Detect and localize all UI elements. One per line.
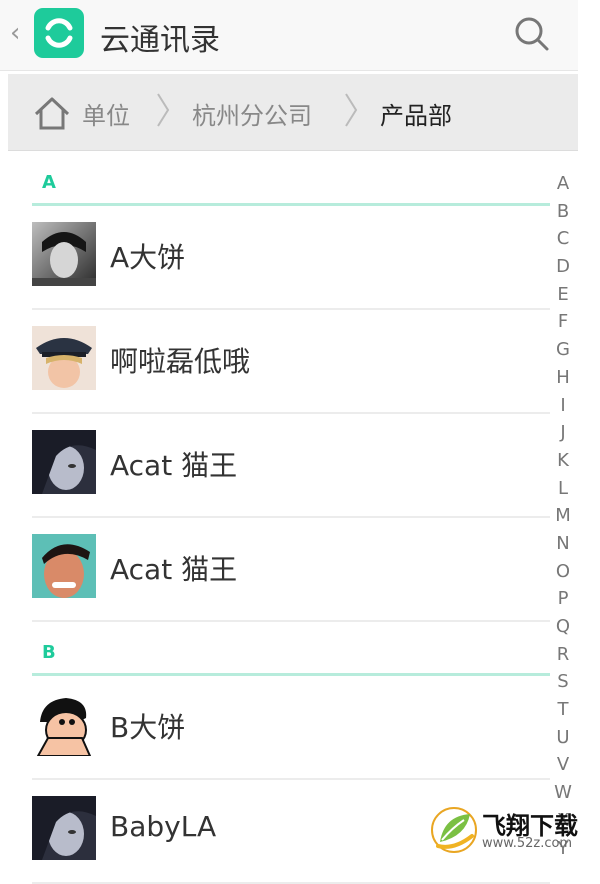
index-letter-e[interactable]: E [550, 281, 576, 309]
watermark-url: www.52z.com [482, 836, 573, 851]
index-letter-a[interactable]: A [550, 170, 576, 198]
index-letter-l[interactable]: L [550, 475, 576, 503]
index-letter-j[interactable]: J [550, 419, 576, 447]
index-letter-d[interactable]: D [550, 253, 576, 281]
avatar [32, 326, 96, 390]
index-letter-v[interactable]: V [550, 751, 576, 779]
index-letter-o[interactable]: O [550, 558, 576, 586]
contact-list: A A大饼 啊啦磊低哦 Acat 猫王 Acat 猫王 B B大饼 BabyLA [0, 152, 550, 884]
contact-name: A大饼 [110, 241, 186, 274]
app-logo-icon [34, 8, 84, 58]
avatar [32, 534, 96, 598]
section-letter: B [42, 642, 56, 663]
index-letter-q[interactable]: Q [550, 613, 576, 641]
avatar [32, 222, 96, 286]
index-letter-r[interactable]: R [550, 641, 576, 669]
contact-name: BabyLA [110, 810, 217, 843]
contact-name: B大饼 [110, 711, 186, 744]
contact-row[interactable]: 啊啦磊低哦 [32, 310, 550, 414]
section-letter: A [42, 172, 56, 193]
index-letter-i[interactable]: I [550, 392, 576, 420]
index-letter-p[interactable]: P [550, 585, 576, 613]
index-letter-g[interactable]: G [550, 336, 576, 364]
index-letter-b[interactable]: B [550, 198, 576, 226]
avatar [32, 430, 96, 494]
contact-name: 啊啦磊低哦 [110, 345, 251, 378]
contact-row[interactable]: A大饼 [32, 206, 550, 310]
back-icon[interactable]: ‹ [10, 18, 20, 48]
chevron-right-icon [342, 90, 362, 134]
leaf-logo-icon [430, 806, 478, 858]
app-header: ‹ 云通讯录 [0, 0, 578, 71]
contact-row[interactable]: B大饼 [32, 676, 550, 780]
index-letter-u[interactable]: U [550, 724, 576, 752]
contact-row[interactable]: Acat 猫王 [32, 518, 550, 622]
search-icon[interactable] [512, 14, 552, 58]
home-icon[interactable] [32, 94, 72, 138]
index-letter-t[interactable]: T [550, 696, 576, 724]
contact-name: Acat 猫王 [110, 553, 238, 586]
breadcrumb-item-unit[interactable]: 单位 [82, 96, 130, 131]
section-header-a: A [0, 152, 550, 206]
watermark: 飞翔下载 www.52z.com [424, 800, 600, 860]
avatar [32, 796, 96, 860]
index-letter-m[interactable]: M [550, 502, 576, 530]
index-letter-c[interactable]: C [550, 225, 576, 253]
app-title: 云通讯录 [100, 23, 220, 58]
avatar [32, 692, 96, 756]
index-letter-h[interactable]: H [550, 364, 576, 392]
contact-row[interactable]: Acat 猫王 [32, 414, 550, 518]
breadcrumb: 单位 杭州分公司 产品部 [8, 74, 578, 151]
section-header-b: B [0, 622, 550, 676]
breadcrumb-item-current: 产品部 [380, 102, 452, 130]
alphabet-index[interactable]: A B C D E F G H I J K L M N O P Q R S T … [550, 170, 576, 862]
index-letter-s[interactable]: S [550, 668, 576, 696]
index-letter-k[interactable]: K [550, 447, 576, 475]
index-letter-n[interactable]: N [550, 530, 576, 558]
chevron-right-icon [154, 90, 174, 134]
contact-name: Acat 猫王 [110, 449, 238, 482]
breadcrumb-item-branch[interactable]: 杭州分公司 [192, 96, 312, 131]
index-letter-f[interactable]: F [550, 308, 576, 336]
